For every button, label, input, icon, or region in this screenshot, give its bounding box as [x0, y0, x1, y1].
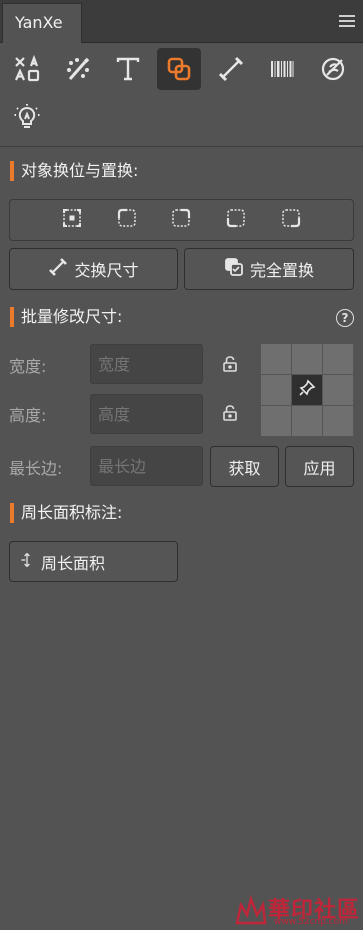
pin-icon [298, 379, 316, 401]
anchor-cell[interactable] [292, 406, 322, 436]
anchor-cell[interactable] [261, 344, 291, 374]
unlock-icon[interactable] [221, 404, 239, 422]
swap-size-label: 交换尺寸 [74, 261, 139, 280]
panel-tab-bar: YanXe [0, 0, 363, 43]
get-button[interactable]: 获取 [210, 446, 279, 487]
text-case-tool-icon[interactable] [5, 48, 49, 90]
perimeter-area-button[interactable]: 周长面积 [9, 541, 178, 582]
center-anchor-icon[interactable] [62, 208, 82, 232]
hamburger-menu-icon[interactable] [339, 15, 355, 27]
corner-top-left-icon[interactable] [117, 208, 137, 232]
swap-shapes-tool-icon[interactable] [157, 48, 201, 90]
full-replace-button[interactable]: 完全置换 [184, 248, 354, 290]
perimeter-area-label: 周长面积 [41, 553, 106, 573]
replace-layers-icon [224, 257, 244, 281]
magic-wand-tool-icon[interactable] [56, 48, 100, 90]
toolbar-divider [0, 146, 363, 147]
longest-side-label: 最长边: [9, 459, 63, 478]
dimension-arrows-icon [19, 552, 35, 572]
corner-bottom-right-icon[interactable] [281, 208, 301, 232]
barcode-tool-icon[interactable] [260, 48, 304, 90]
anchor-cell[interactable] [323, 375, 353, 405]
anchor-cell[interactable] [261, 375, 291, 405]
help-icon[interactable]: ? [336, 309, 354, 327]
measure-tool-icon[interactable] [209, 48, 253, 90]
text-tool-icon[interactable] [106, 48, 150, 90]
full-replace-label: 完全置换 [249, 261, 314, 280]
anchor-cell[interactable] [292, 344, 322, 374]
anchor-cell-selected[interactable] [292, 375, 322, 405]
swap-size-button[interactable]: 交换尺寸 [9, 248, 178, 290]
anchor-cell[interactable] [323, 406, 353, 436]
swap-diagonal-icon [48, 257, 68, 281]
corner-anchor-row [9, 199, 354, 241]
anchor-cell[interactable] [323, 344, 353, 374]
apply-button[interactable]: 应用 [285, 446, 354, 487]
width-label: 宽度: [9, 357, 47, 376]
panel-tab-yanxe[interactable]: YanXe [2, 3, 82, 43]
no-stroke-tool-icon[interactable] [311, 48, 355, 90]
lightbulb-tool-icon[interactable] [5, 96, 49, 138]
longest-side-input[interactable] [90, 446, 203, 486]
resize-section-title: 批量修改尺寸: [10, 307, 122, 327]
height-label: 高度: [9, 406, 47, 425]
corner-top-right-icon[interactable] [171, 208, 191, 232]
swap-section-title: 对象换位与置换: [10, 161, 138, 181]
height-input[interactable] [90, 394, 203, 434]
anchor-grid [261, 344, 354, 437]
corner-bottom-left-icon[interactable] [226, 208, 246, 232]
area-section-title: 周长面积标注: [10, 503, 122, 523]
unlock-icon[interactable] [221, 355, 239, 373]
anchor-cell[interactable] [261, 406, 291, 436]
width-input[interactable] [90, 344, 203, 384]
watermark-url: www.52cnp.com [274, 917, 349, 927]
